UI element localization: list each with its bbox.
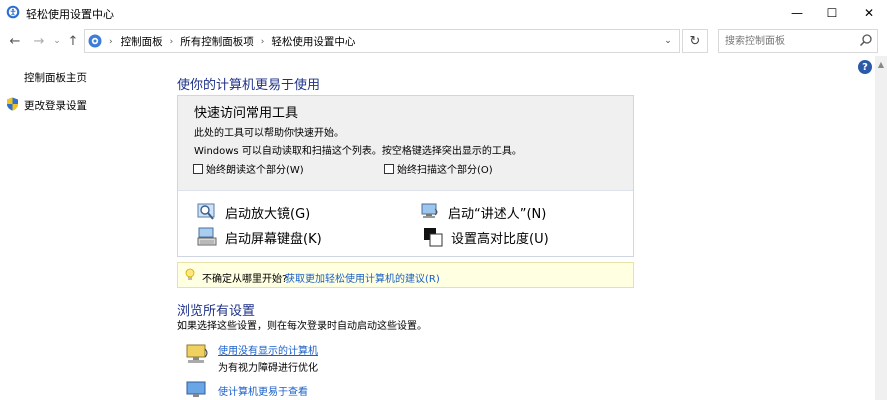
tip-text: 不确定从哪里开始?: [202, 274, 288, 285]
make-computer-easier-to-see-link[interactable]: 使计算机更易于查看: [218, 383, 308, 398]
set-high-contrast-label: 设置高对比度(U): [451, 231, 549, 247]
back-arrow-icon: ←: [9, 33, 21, 49]
quick-access-description: 此处的工具可以帮助你快速开始。: [194, 128, 344, 139]
close-button[interactable]: ✕: [852, 0, 886, 26]
magnifier-icon: [197, 203, 215, 220]
breadcrumb-ease-of-access[interactable]: 轻松使用设置中心: [271, 34, 355, 49]
checkbox-box[interactable]: [384, 163, 394, 174]
always-read-label: 始终朗读这个部分(W): [206, 165, 304, 176]
minimize-button[interactable]: —: [780, 0, 814, 26]
ease-of-access-icon: [6, 5, 20, 19]
lightbulb-icon: [185, 268, 195, 280]
change-logon-settings-link[interactable]: 更改登录设置: [24, 98, 87, 113]
page-title: 使你的计算机更易于使用: [177, 78, 321, 93]
vertical-scrollbar[interactable]: ▲: [875, 56, 887, 400]
breadcrumb-separator-icon[interactable]: ›: [109, 37, 113, 47]
start-keyboard-label: 启动屏幕键盘(K): [225, 231, 322, 247]
forward-button[interactable]: →: [30, 32, 48, 50]
always-scan-label: 始终扫描这个部分(O): [397, 165, 493, 176]
search-icon: [859, 34, 872, 47]
always-read-checkbox[interactable]: 始终朗读这个部分(W): [193, 161, 304, 176]
scroll-up-arrow-icon[interactable]: ▲: [875, 58, 887, 70]
chevron-down-icon: ⌄: [53, 36, 61, 46]
narrator-icon: [421, 203, 438, 218]
forward-arrow-icon: →: [33, 33, 45, 49]
refresh-icon: ↻: [689, 33, 701, 49]
quick-access-instructions: Windows 可以自动读取和扫描这个列表。按空格键选择突出显示的工具。: [194, 146, 522, 157]
optimize-for-blindness-text: 为有视力障碍进行优化: [218, 363, 318, 374]
uac-shield-icon: [7, 97, 18, 111]
control-panel-icon: [88, 34, 102, 48]
up-button[interactable]: ↑: [64, 32, 82, 50]
address-dropdown-button[interactable]: ⌄: [661, 34, 675, 48]
start-magnifier-link[interactable]: 启动放大镜(G): [197, 202, 310, 222]
navigation-bar: ← → ⌄ ↑ › 控制面板 › 所有控制面板项 › 轻松使用设置中心 ⌄ ↻: [0, 26, 887, 56]
maximize-button[interactable]: ☐: [815, 0, 849, 26]
control-panel-home-link[interactable]: 控制面板主页: [24, 70, 87, 85]
help-icon[interactable]: ?: [858, 60, 872, 74]
start-narrator-link[interactable]: 启动“讲述人”(N): [420, 202, 546, 222]
tip-banner: 不确定从哪里开始? 获取更加轻松使用计算机的建议(R): [177, 262, 634, 288]
window-title: 轻松使用设置中心: [26, 8, 114, 21]
quick-access-header: 快速访问常用工具 此处的工具可以帮助你快速开始。 Windows 可以自动读取和…: [178, 96, 633, 191]
chevron-down-icon: ⌄: [664, 36, 672, 46]
minimize-icon: —: [791, 6, 803, 20]
breadcrumb-control-panel[interactable]: 控制面板: [121, 34, 163, 49]
help-glyph: ?: [862, 61, 868, 73]
back-button[interactable]: ←: [6, 32, 24, 50]
quick-access-panel: 快速访问常用工具 此处的工具可以帮助你快速开始。 Windows 可以自动读取和…: [177, 95, 634, 257]
computer-without-display-icon: [186, 344, 208, 363]
set-high-contrast-link[interactable]: 设置高对比度(U): [423, 227, 549, 247]
close-icon: ✕: [863, 6, 875, 20]
search-box[interactable]: [718, 29, 878, 53]
breadcrumb-all-items[interactable]: 所有控制面板项: [180, 34, 254, 49]
address-bar[interactable]: › 控制面板 › 所有控制面板项 › 轻松使用设置中心 ⌄: [84, 29, 680, 53]
start-magnifier-label: 启动放大镜(G): [225, 206, 311, 222]
search-input[interactable]: [725, 34, 853, 49]
on-screen-keyboard-icon: [197, 227, 217, 246]
make-computer-easier-to-see-icon: [186, 381, 206, 397]
always-scan-checkbox[interactable]: 始终扫描这个部分(O): [384, 161, 493, 176]
breadcrumb: › 控制面板 › 所有控制面板项 › 轻松使用设置中心: [109, 34, 355, 49]
up-arrow-icon: ↑: [67, 33, 79, 49]
breadcrumb-separator-icon[interactable]: ›: [170, 37, 174, 47]
get-recommendations-link[interactable]: 获取更加轻松使用计算机的建议(R): [285, 270, 440, 285]
browse-settings-description: 如果选择这些设置，则在每次登录时自动启动这些设置。: [177, 321, 427, 332]
checkbox-box[interactable]: [193, 163, 203, 174]
sidebar: 控制面板主页 更改登录设置: [0, 56, 170, 400]
quick-access-title: 快速访问常用工具: [194, 106, 299, 121]
high-contrast-icon: [424, 228, 443, 247]
title-bar: 轻松使用设置中心 — ☐ ✕: [0, 0, 887, 26]
breadcrumb-separator-icon[interactable]: ›: [261, 37, 265, 47]
start-narrator-label: 启动“讲述人”(N): [448, 206, 547, 222]
refresh-button[interactable]: ↻: [682, 29, 708, 53]
start-on-screen-keyboard-link[interactable]: 启动屏幕键盘(K): [197, 227, 322, 247]
maximize-icon: ☐: [826, 6, 838, 20]
use-computer-without-display-link[interactable]: 使用没有显示的计算机: [218, 342, 318, 357]
